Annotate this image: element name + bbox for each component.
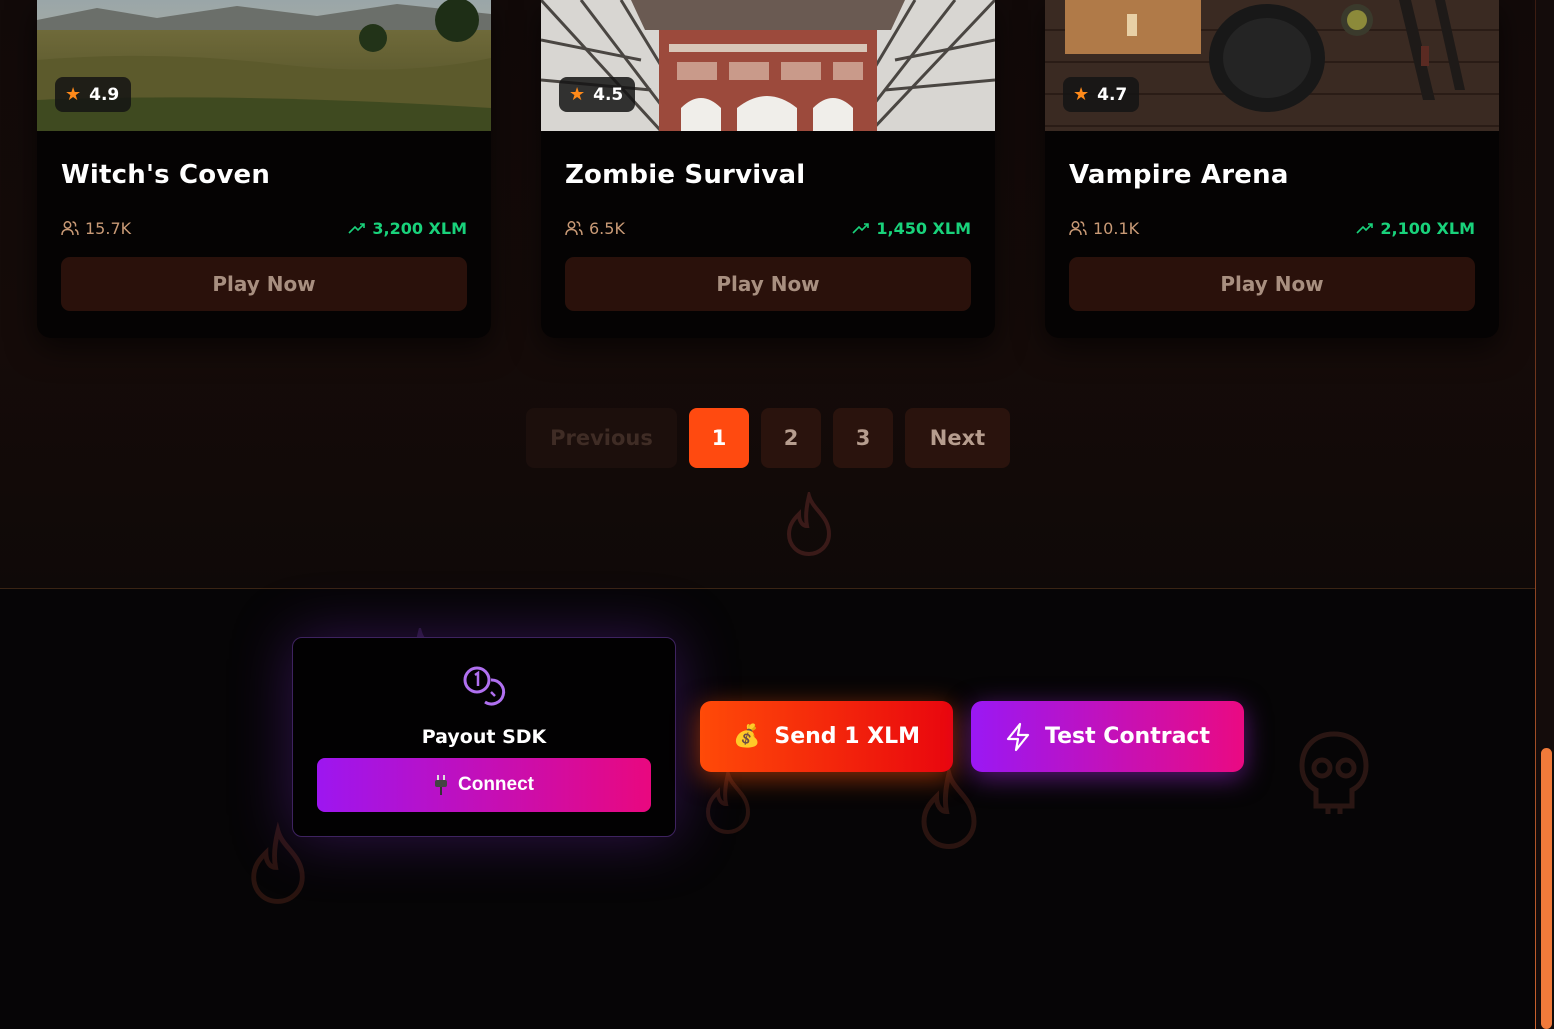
page-2-button[interactable]: 2 bbox=[761, 408, 821, 468]
flame-icon bbox=[786, 492, 832, 556]
rating-value: 4.5 bbox=[593, 84, 624, 105]
next-page-button[interactable]: Next bbox=[905, 408, 1010, 468]
player-count: 10.1K bbox=[1093, 218, 1140, 238]
earnings: 3,200 XLM bbox=[372, 218, 467, 238]
money-bag-icon: 💰 bbox=[732, 724, 761, 749]
flame-icon bbox=[705, 770, 751, 834]
game-card[interactable]: ★ 4.5 Zombie Survival 6.5K 1,450 XLM Pla… bbox=[541, 0, 995, 338]
earnings: 2,100 XLM bbox=[1380, 218, 1475, 238]
page-1-button[interactable]: 1 bbox=[689, 408, 749, 468]
users-icon bbox=[1069, 221, 1087, 236]
rating-value: 4.7 bbox=[1097, 84, 1128, 105]
play-now-button[interactable]: Play Now bbox=[61, 257, 467, 311]
player-count: 15.7K bbox=[85, 218, 132, 238]
lightning-icon bbox=[1006, 722, 1030, 751]
game-card[interactable]: ★ 4.9 Witch's Coven 15.7K 3,200 XLM Play… bbox=[37, 0, 491, 338]
rating-badge: ★ 4.7 bbox=[1063, 77, 1140, 112]
previous-page-button[interactable]: Previous bbox=[526, 408, 677, 468]
earnings: 1,450 XLM bbox=[876, 218, 971, 238]
users-icon bbox=[61, 221, 79, 236]
rating-value: 4.9 bbox=[89, 84, 120, 105]
game-title: Vampire Arena bbox=[1069, 160, 1289, 190]
users-icon bbox=[565, 221, 583, 236]
player-count: 6.5K bbox=[589, 218, 625, 238]
plug-icon bbox=[435, 775, 447, 795]
coins-icon bbox=[463, 666, 506, 706]
payout-title: Payout SDK bbox=[421, 726, 547, 748]
test-label: Test Contract bbox=[1045, 724, 1210, 749]
connect-button[interactable]: Connect bbox=[317, 758, 651, 812]
game-title: Zombie Survival bbox=[565, 160, 806, 190]
skull-icon bbox=[1299, 731, 1369, 814]
scrollbar-thumb[interactable] bbox=[1541, 748, 1552, 1029]
play-now-button[interactable]: Play Now bbox=[565, 257, 971, 311]
trending-up-icon bbox=[852, 223, 870, 234]
game-card[interactable]: ★ 4.7 Vampire Arena 10.1K 2,100 XLM Play… bbox=[1045, 0, 1499, 338]
trending-up-icon bbox=[1356, 223, 1374, 234]
star-icon: ★ bbox=[569, 83, 586, 105]
play-now-button[interactable]: Play Now bbox=[1069, 257, 1475, 311]
star-icon: ★ bbox=[65, 83, 82, 105]
connect-label: Connect bbox=[458, 774, 534, 795]
test-contract-button[interactable]: Test Contract bbox=[971, 701, 1244, 772]
game-title: Witch's Coven bbox=[61, 160, 271, 190]
rating-badge: ★ 4.5 bbox=[559, 77, 636, 112]
send-xlm-button[interactable]: 💰 Send 1 XLM bbox=[700, 701, 953, 772]
trending-up-icon bbox=[348, 223, 366, 234]
payout-sdk-widget: Payout SDK Connect bbox=[292, 637, 676, 837]
send-label: Send 1 XLM bbox=[774, 724, 921, 749]
rating-badge: ★ 4.9 bbox=[55, 77, 132, 112]
star-icon: ★ bbox=[1073, 83, 1090, 105]
page-3-button[interactable]: 3 bbox=[833, 408, 893, 468]
flame-icon bbox=[921, 764, 977, 850]
